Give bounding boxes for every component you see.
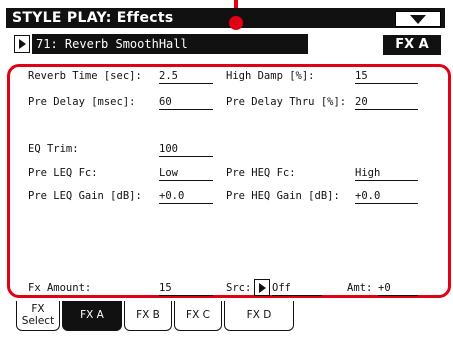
fx-slot-badge: FX A bbox=[383, 35, 441, 55]
triangle-right-icon bbox=[19, 39, 26, 49]
pre-delay-thru-label: Pre Delay Thru [%]: bbox=[226, 96, 347, 108]
pre-leq-gain-label: Pre LEQ Gain [dB]: bbox=[28, 190, 142, 202]
tab-fx-c-label: FX C bbox=[186, 309, 210, 321]
callout-dot bbox=[229, 16, 243, 30]
tab-fx-d[interactable]: FX D bbox=[224, 301, 294, 331]
effect-selector-row: 71: Reverb SmoothHall FX A bbox=[6, 32, 445, 58]
triangle-down-icon bbox=[410, 15, 426, 24]
pre-delay-field[interactable]: 60 bbox=[159, 96, 213, 110]
src-select-button[interactable] bbox=[254, 279, 270, 296]
tab-fx-a[interactable]: FX A bbox=[62, 301, 122, 331]
src-label: Src: bbox=[226, 282, 252, 294]
amt-field[interactable]: +0 bbox=[378, 282, 418, 296]
tab-fx-a-label: FX A bbox=[80, 309, 104, 321]
reverb-time-field[interactable]: 2.5 bbox=[159, 70, 213, 84]
effect-name-display[interactable]: 71: Reverb SmoothHall bbox=[32, 34, 308, 54]
tab-fx-select[interactable]: FX Select bbox=[16, 301, 60, 331]
pre-leq-fc-label: Pre LEQ Fc: bbox=[28, 167, 98, 179]
pre-leq-gain-field[interactable]: +0.0 bbox=[159, 190, 213, 204]
pre-heq-gain-label: Pre HEQ Gain [dB]: bbox=[226, 190, 340, 202]
eq-trim-field[interactable]: 100 bbox=[159, 143, 213, 157]
fx-amount-field[interactable]: 15 bbox=[159, 282, 213, 296]
fx-amount-label: Fx Amount: bbox=[28, 282, 92, 294]
page-menu-button[interactable] bbox=[395, 11, 441, 27]
pre-delay-label: Pre Delay [msec]: bbox=[28, 96, 136, 108]
triangle-right-icon bbox=[259, 283, 266, 293]
tab-bar: FX Select FX A FX B FX C FX D bbox=[6, 298, 445, 334]
tab-fx-b-label: FX B bbox=[136, 309, 160, 321]
tab-fx-d-label: FX D bbox=[246, 309, 272, 321]
reverb-time-label: Reverb Time [sec]: bbox=[28, 70, 142, 82]
high-damp-label: High Damp [%]: bbox=[226, 70, 315, 82]
title-bar: STYLE PLAY: Effects bbox=[6, 8, 445, 28]
tab-fx-select-line2: Select bbox=[21, 315, 55, 327]
src-field[interactable]: Off bbox=[272, 282, 322, 296]
high-damp-field[interactable]: 15 bbox=[355, 70, 418, 84]
page-title: STYLE PLAY: Effects bbox=[12, 10, 174, 26]
amt-label: Amt: bbox=[347, 282, 373, 294]
eq-trim-label: EQ Trim: bbox=[28, 143, 79, 155]
tab-fx-b[interactable]: FX B bbox=[124, 301, 172, 331]
tab-fx-select-line1: FX bbox=[31, 303, 45, 315]
effect-select-button[interactable] bbox=[14, 35, 30, 53]
pre-heq-gain-field[interactable]: +0.0 bbox=[355, 190, 418, 204]
pre-delay-thru-field[interactable]: 20 bbox=[355, 96, 418, 110]
pre-heq-fc-field[interactable]: High bbox=[355, 167, 418, 181]
pre-leq-fc-field[interactable]: Low bbox=[159, 167, 213, 181]
pre-heq-fc-label: Pre HEQ Fc: bbox=[226, 167, 296, 179]
tab-fx-c[interactable]: FX C bbox=[174, 301, 222, 331]
